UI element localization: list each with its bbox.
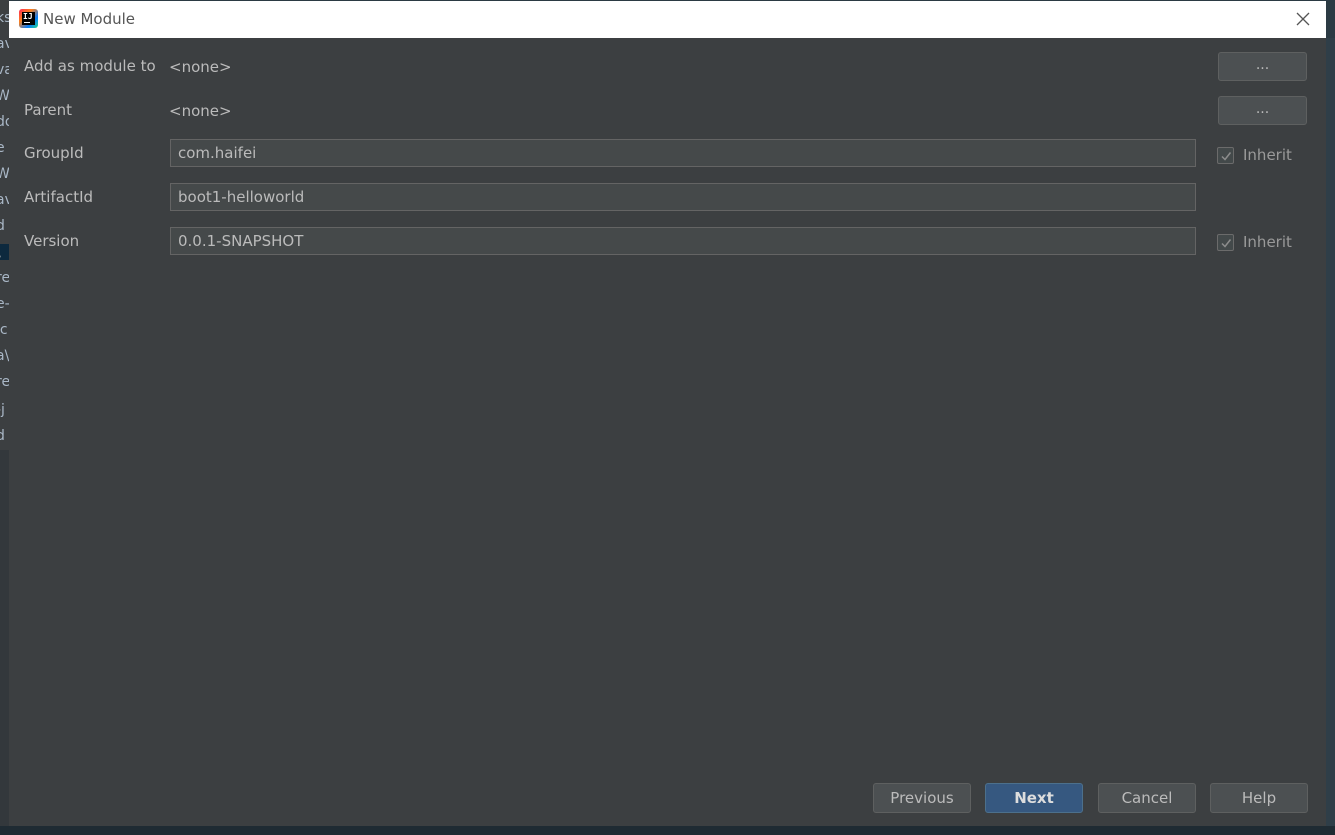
background-text: do: [0, 114, 9, 130]
add-as-module-label: Add as module to: [24, 57, 156, 75]
group-id-field[interactable]: com.haifei: [170, 139, 1196, 167]
background-text: e: [0, 140, 5, 156]
parent-value: <none>: [169, 102, 232, 120]
background-text: d: [0, 218, 5, 234]
background-text: -j: [0, 402, 5, 418]
background-text: ic: [0, 322, 8, 338]
background-text: W: [0, 88, 9, 104]
next-button[interactable]: Next: [985, 783, 1083, 813]
version-label: Version: [24, 232, 80, 250]
background-text: re: [0, 270, 9, 286]
background-text: re: [0, 374, 9, 390]
version-field[interactable]: 0.0.1-SNAPSHOT: [170, 227, 1196, 255]
add-as-module-value: <none>: [169, 58, 232, 76]
group-id-label: GroupId: [24, 144, 84, 162]
close-icon[interactable]: [1295, 11, 1311, 27]
background-edge: [1326, 38, 1335, 835]
background-text: va: [0, 62, 9, 78]
background-text: av: [0, 36, 9, 52]
parent-label: Parent: [24, 101, 73, 119]
background-text: av: [0, 192, 9, 208]
checkmark-icon: [1221, 239, 1232, 248]
inherit-label: Inherit: [1243, 146, 1292, 164]
background-text: a\: [0, 348, 9, 364]
background-ide-panel: ks av va W do e W av d \ re e- ic a\ re …: [0, 0, 9, 835]
background-text: e-: [0, 296, 9, 312]
intellij-icon: IJ: [19, 9, 38, 28]
artifact-id-label: ArtifactId: [24, 188, 94, 206]
checkbox[interactable]: [1217, 147, 1234, 164]
artifact-id-field[interactable]: boot1-helloworld: [170, 183, 1196, 211]
checkmark-icon: [1221, 152, 1232, 161]
inherit-label: Inherit: [1243, 233, 1292, 251]
add-as-module-browse-button[interactable]: ...: [1218, 52, 1307, 81]
new-module-dialog: IJ New Module Add as module to <none> ..…: [9, 1, 1326, 826]
dialog-title: New Module: [43, 10, 136, 28]
background-text: W: [0, 166, 9, 182]
background-text: ks: [0, 10, 9, 26]
previous-button[interactable]: Previous: [873, 783, 971, 813]
parent-browse-button[interactable]: ...: [1218, 96, 1307, 125]
help-button[interactable]: Help: [1210, 783, 1308, 813]
title-bar[interactable]: IJ New Module: [9, 1, 1326, 38]
background-text: d: [0, 428, 5, 444]
background-text: \: [0, 244, 9, 260]
cancel-button[interactable]: Cancel: [1098, 783, 1196, 813]
checkbox[interactable]: [1217, 234, 1234, 251]
background-edge: [0, 826, 1335, 835]
background-panel: [0, 450, 9, 835]
